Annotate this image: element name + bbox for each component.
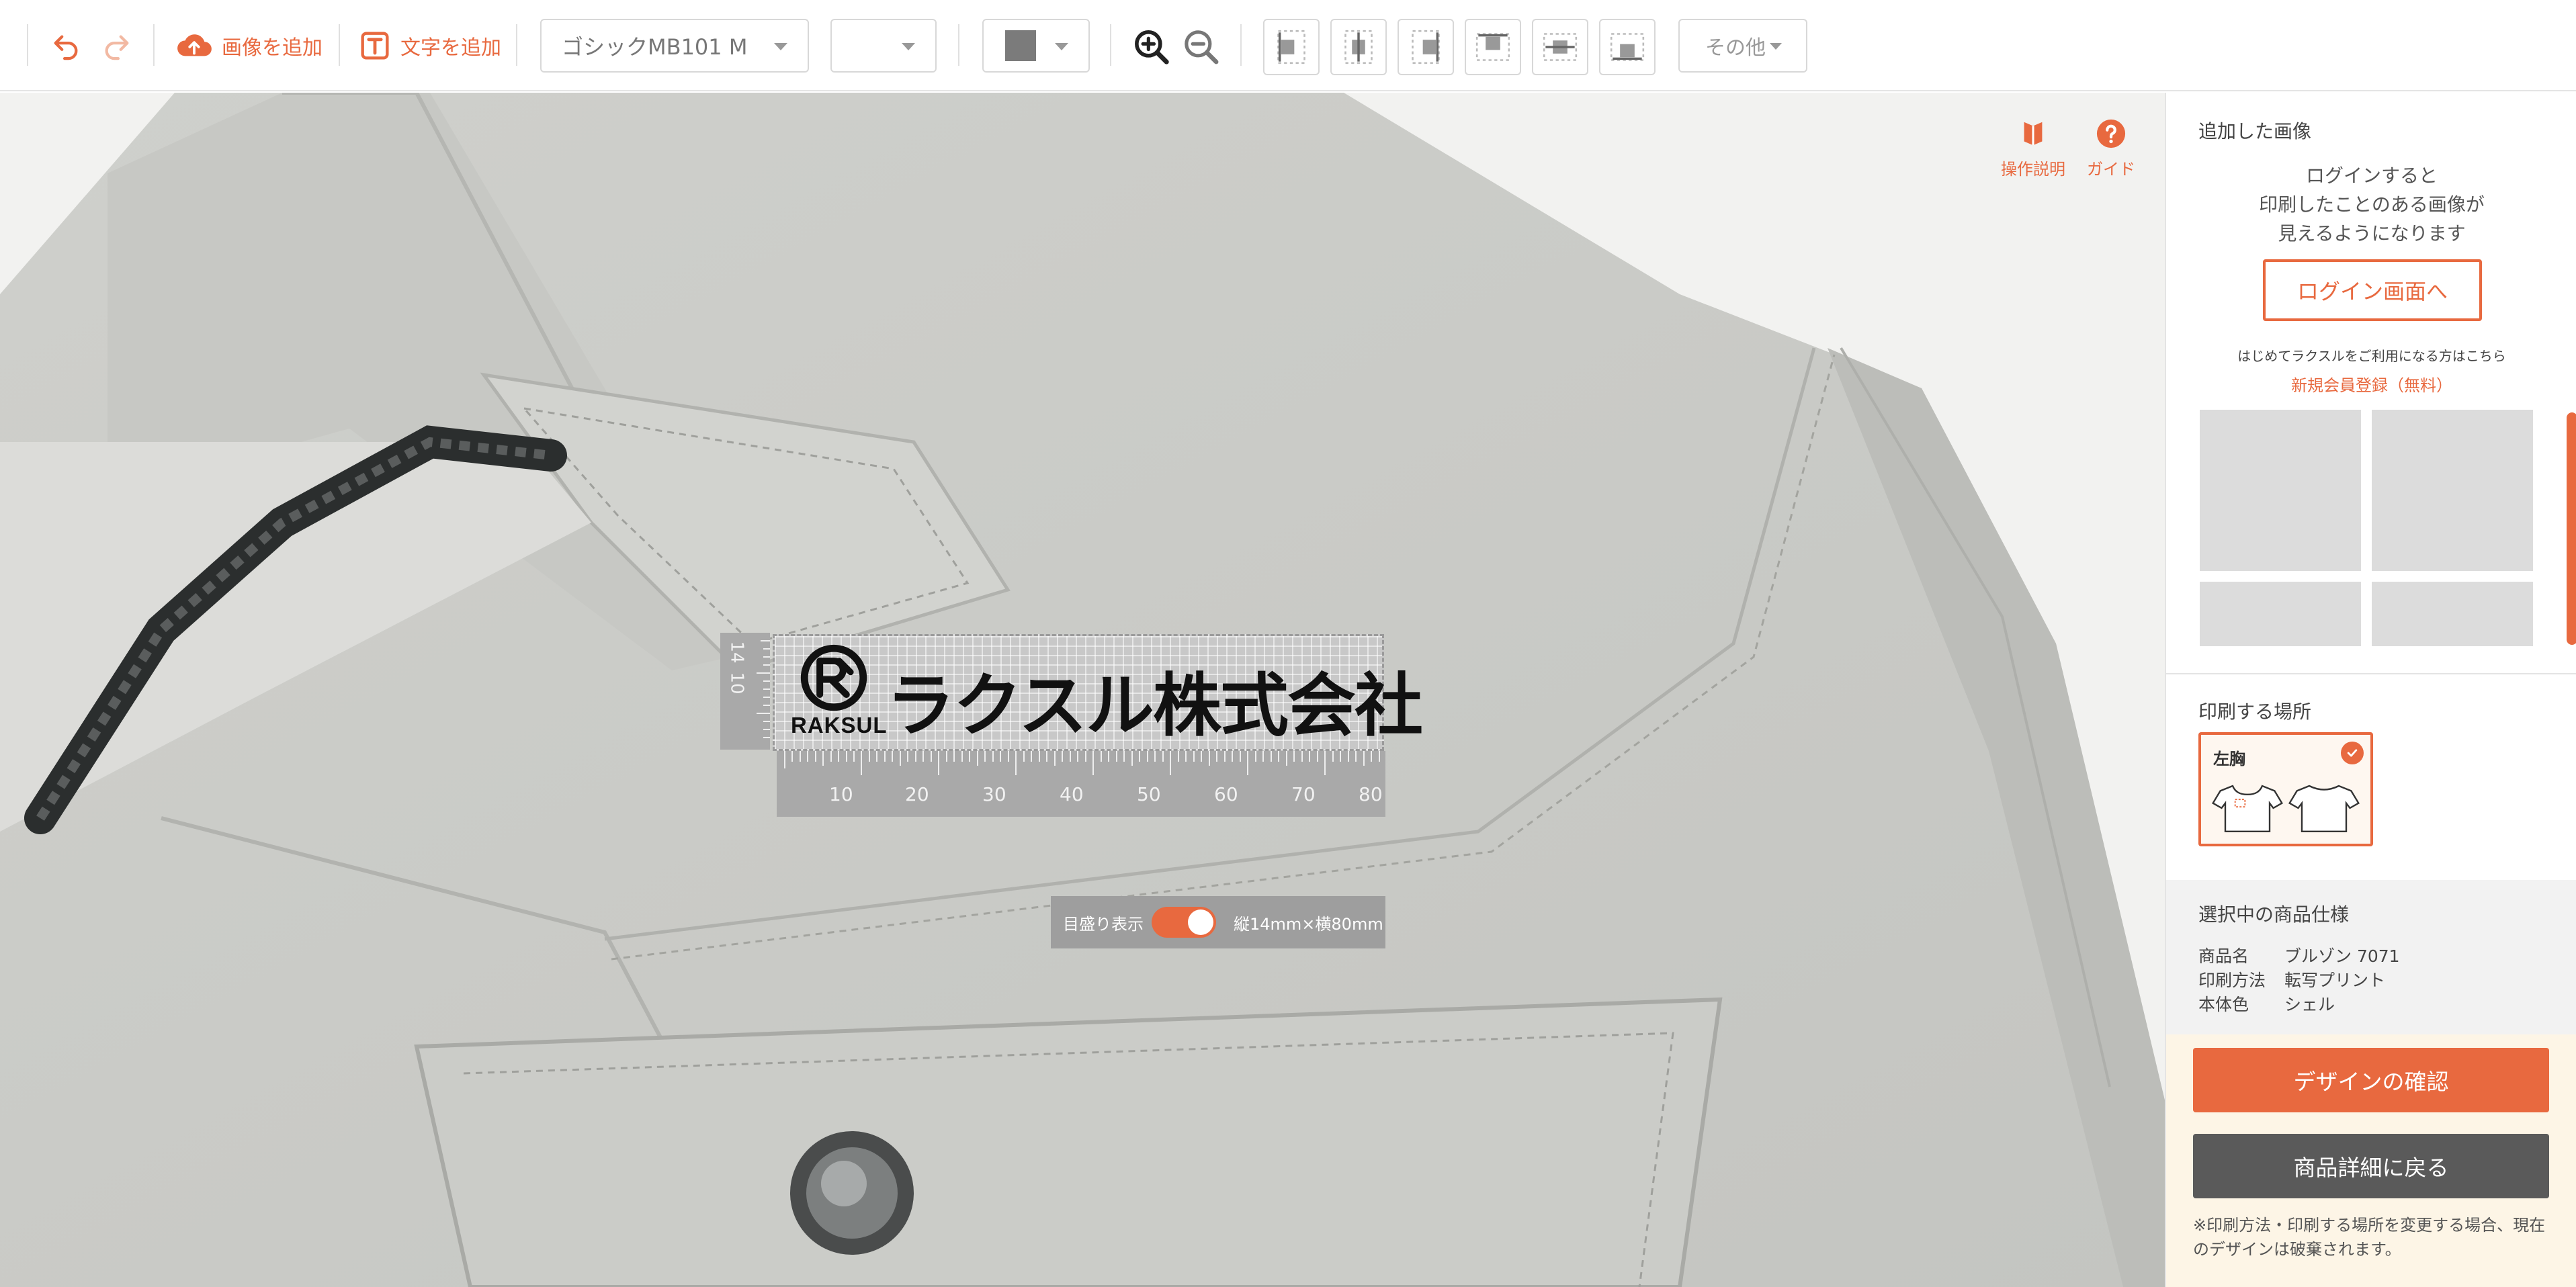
font-select-value: ゴシックMB101 M (562, 34, 748, 60)
book-icon (2024, 122, 2043, 146)
toolbar-separator (27, 24, 28, 66)
toolbar-separator (339, 24, 340, 66)
spec-title: 選択中の商品仕様 (2198, 903, 2350, 926)
horizontal-ruler: 10 20 30 40 50 60 70 80 (777, 751, 1385, 817)
print-place-label: 左胸 (2213, 750, 2245, 768)
align-top-button[interactable] (1465, 19, 1521, 75)
print-area[interactable]: RAKSUL ラクスル株式会社 (773, 634, 1423, 751)
guide-label: ガイド (2087, 160, 2135, 179)
check-icon (2341, 742, 2364, 764)
tshirt-back-icon (2288, 785, 2360, 833)
image-thumb[interactable] (2200, 410, 2361, 571)
change-warning-note: ※印刷方法・印刷する場所を変更する場合、現在のデザインは破棄されます。 (2193, 1216, 2546, 1259)
added-images-title: 追加した画像 (2198, 120, 2312, 142)
register-link[interactable]: 新規会員登録（無料） (2166, 372, 2576, 396)
raksul-logo-mark (800, 644, 867, 711)
scale-toggle-switch[interactable] (1152, 907, 1216, 938)
operation-help-label: 操作説明 (2001, 160, 2065, 179)
scrollbar-thumb[interactable] (2567, 412, 2576, 645)
toolbar-separator (1240, 24, 1242, 66)
text-box-icon (361, 32, 389, 60)
cloud-upload-icon (177, 34, 212, 56)
confirm-design-button[interactable]: デザインの確認 (2193, 1048, 2549, 1112)
toolbar: 画像を追加 文字を追加 ゴシックMB101 M その他 (0, 0, 2576, 91)
chevron-down-icon (774, 43, 787, 50)
zoom-out-icon (1185, 30, 1219, 64)
redo-icon (105, 35, 129, 60)
spec-row: 商品名 ブルゾン 7071 (2198, 946, 2400, 966)
align-middle-button[interactable] (1532, 19, 1588, 75)
logo-text: RAKSUL (791, 713, 888, 738)
more-menu-button[interactable]: その他 (1678, 19, 1807, 73)
image-thumb[interactable] (2200, 582, 2361, 646)
add-image-button[interactable]: 画像を追加 (176, 24, 323, 67)
add-image-label: 画像を追加 (222, 36, 323, 60)
toolbar-separator (1110, 24, 1111, 66)
hruler-label: 40 (1060, 783, 1084, 805)
chevron-down-icon (902, 43, 915, 50)
spec-row: 本体色 シェル (2198, 995, 2335, 1014)
chevron-down-icon (1770, 43, 1782, 50)
toolbar-separator (153, 24, 155, 66)
spec-row: 印刷方法 転写プリント (2198, 971, 2386, 990)
align-bottom-button[interactable] (1599, 19, 1656, 75)
vruler-label-14: 14 (726, 641, 747, 664)
zoom-in-icon (1135, 30, 1169, 64)
back-to-product-button[interactable]: 商品詳細に戻る (2193, 1134, 2549, 1198)
align-right-icon (1412, 30, 1440, 64)
first-time-text: はじめてラクスルをご利用になる方はこちら (2237, 348, 2506, 364)
login-button[interactable]: ログイン画面へ (2263, 259, 2482, 321)
size-readout: 縦14mm×横80mm (1234, 914, 1383, 934)
scale-display-bar: 目盛り表示 縦14mm×横80mm (1051, 896, 1385, 948)
undo-button[interactable] (44, 24, 87, 67)
hruler-label: 10 (829, 783, 853, 805)
product-spec: 選択中の商品仕様 商品名 ブルゾン 7071 印刷方法 転写プリント 本体色 シェル (2166, 880, 2576, 1034)
print-place-title: 印刷する場所 (2198, 701, 2312, 723)
print-place-left-chest[interactable]: 左胸 (2198, 732, 2373, 846)
align-center-button[interactable] (1330, 19, 1387, 75)
hruler-label: 30 (982, 783, 1006, 805)
guide-button[interactable]: ガイド (2087, 118, 2135, 179)
add-text-button[interactable]: 文字を追加 (360, 24, 501, 67)
align-right-button[interactable] (1398, 19, 1454, 75)
align-left-icon (1277, 30, 1305, 64)
font-select[interactable]: ゴシックMB101 M (540, 19, 809, 73)
chevron-down-icon (1055, 43, 1068, 50)
added-images-grid (2166, 408, 2576, 646)
align-top-icon (1475, 33, 1510, 61)
toolbar-separator (958, 24, 959, 66)
operation-help-button[interactable]: 操作説明 (2001, 118, 2065, 179)
company-name-text[interactable]: ラクスル株式会社 (886, 651, 1423, 750)
design-canvas[interactable]: 操作説明 ガイド 14 10 10 20 30 40 50 60 70 80 R… (0, 93, 2165, 1287)
right-panel: 追加した画像 ログインすると 印刷したことのある画像が 見えるようになります ロ… (2165, 93, 2576, 1287)
tshirt-front-icon (2212, 785, 2283, 833)
divider (2166, 673, 2576, 674)
hruler-label: 50 (1137, 783, 1161, 805)
question-icon (2096, 119, 2126, 148)
hruler-label: 60 (1214, 783, 1238, 805)
add-text-label: 文字を追加 (400, 36, 501, 60)
align-left-button[interactable] (1263, 19, 1320, 75)
align-bottom-icon (1610, 33, 1645, 61)
hruler-label: 70 (1291, 783, 1316, 805)
image-thumb[interactable] (2372, 410, 2533, 571)
align-center-icon (1344, 30, 1373, 64)
undo-icon (54, 35, 78, 60)
toolbar-separator (516, 24, 517, 66)
hruler-label: 80 (1359, 783, 1383, 805)
hruler-label: 20 (905, 783, 929, 805)
vruler-label-10: 10 (726, 672, 747, 695)
align-middle-icon (1543, 33, 1578, 61)
login-message: ログインすると 印刷したことのある画像が 見えるようになります (2259, 165, 2485, 245)
color-select[interactable] (982, 19, 1090, 73)
vertical-ruler: 14 10 (720, 633, 770, 750)
redo-button[interactable] (95, 24, 138, 67)
scale-toggle-label: 目盛り表示 (1063, 914, 1144, 934)
color-swatch (1005, 30, 1036, 61)
zoom-out-button[interactable] (1180, 26, 1223, 69)
font-size-select[interactable] (830, 19, 937, 73)
image-thumb[interactable] (2372, 582, 2533, 646)
zoom-in-button[interactable] (1130, 26, 1173, 69)
